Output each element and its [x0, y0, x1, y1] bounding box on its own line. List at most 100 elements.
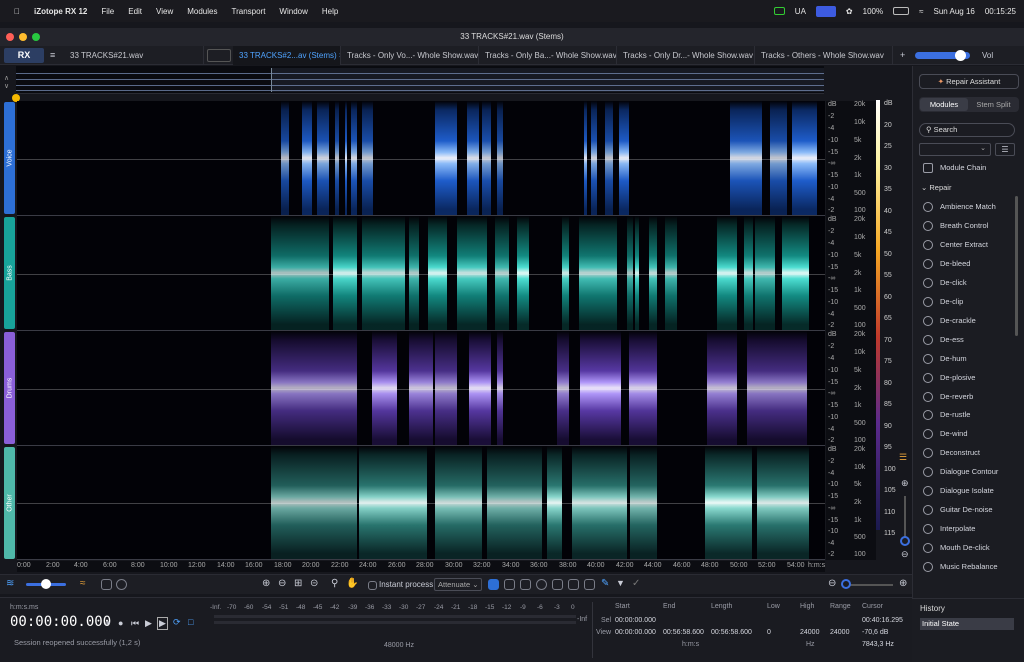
repair-section-header[interactable]: ⌄ Repair	[921, 183, 951, 192]
zoom-in-icon[interactable]: ⊕	[901, 478, 909, 489]
view-high[interactable]: 24000	[800, 629, 819, 636]
minimize-window-button[interactable]	[19, 33, 27, 41]
apple-icon[interactable]: 	[14, 7, 20, 16]
view-end[interactable]: 00:56:58.600	[663, 629, 704, 636]
module-item[interactable]: Dialogue Isolate	[921, 482, 1017, 500]
waveform-overview[interactable]	[16, 66, 824, 94]
instant-process-checkbox[interactable]	[368, 581, 377, 590]
module-item[interactable]: Deconstruct	[921, 444, 1017, 462]
bluetooth-icon[interactable]: ✿	[846, 7, 853, 16]
module-item[interactable]: Guitar De-noise	[921, 501, 1017, 519]
view-low[interactable]: 0	[767, 629, 771, 636]
tab-others[interactable]: Tracks - Others - Whole Show.wav	[755, 46, 893, 65]
time-format[interactable]: h:m:s.ms	[10, 604, 38, 611]
tool-options-icon[interactable]: ▼	[616, 578, 625, 588]
brush-tool[interactable]	[552, 579, 563, 590]
module-item[interactable]: De-rustle	[921, 406, 1017, 424]
play-selection-button[interactable]: ▶	[157, 617, 168, 630]
lane-voice[interactable]: Voice	[4, 102, 15, 214]
loop-icon[interactable]	[116, 579, 127, 590]
menu-transport[interactable]: Transport	[231, 7, 265, 16]
time-freq-select-tool[interactable]	[520, 579, 531, 590]
zoom-in-time-icon[interactable]: ⊕	[262, 578, 270, 589]
module-item[interactable]: Music Rebalance	[921, 558, 1017, 576]
module-item[interactable]: De-clip	[921, 293, 1017, 311]
module-search-input[interactable]: ⚲ Search	[919, 123, 1015, 137]
list-view-icon[interactable]: ☰	[995, 143, 1015, 156]
zoom-window-button[interactable]	[32, 33, 40, 41]
hand-tool-icon[interactable]: ✋	[346, 578, 358, 589]
module-item[interactable]: De-crackle	[921, 312, 1017, 330]
stem-tool-icon[interactable]: ✓	[632, 578, 640, 589]
tab-only-vocals[interactable]: Tracks - Only Vo...- Whole Show.wav	[341, 46, 479, 65]
lane-drums[interactable]: Drums	[4, 332, 15, 444]
time-select-tool[interactable]	[488, 579, 499, 590]
date[interactable]: Sun Aug 16	[933, 7, 974, 16]
wifi-icon[interactable]: ≈	[919, 7, 923, 16]
tab-33-tracks[interactable]: 33 TRACKS#21.wav	[64, 46, 204, 65]
zoom-selection-icon[interactable]: ⊞	[294, 578, 302, 589]
lasso-tool[interactable]	[536, 579, 547, 590]
module-item[interactable]: De-click	[921, 274, 1017, 292]
menu-window[interactable]: Window	[279, 7, 307, 16]
time-zoom-knob[interactable]	[841, 579, 851, 589]
spectrogram-other[interactable]	[17, 446, 825, 560]
tab-stems[interactable]: 33 TRACKS#2...av (Stems) ×	[233, 46, 341, 65]
expand-overview-icon[interactable]: ∨	[4, 82, 9, 90]
menu-file[interactable]: File	[101, 7, 114, 16]
module-item[interactable]: Ambience Match	[921, 198, 1017, 216]
spectrogram-voice[interactable]	[17, 101, 825, 216]
stem-split-tab[interactable]: Stem Split	[969, 98, 1018, 111]
module-item[interactable]: Interpolate	[921, 520, 1017, 538]
menu-edit[interactable]: Edit	[128, 7, 142, 16]
zoom-fit-icon[interactable]: ⊝	[310, 578, 318, 589]
close-window-button[interactable]	[6, 33, 14, 41]
sel-start[interactable]: 00:00:00.000	[615, 617, 656, 624]
app-name[interactable]: iZotope RX 12	[34, 7, 87, 16]
grid-icon[interactable]	[101, 579, 112, 590]
record-button[interactable]: ●	[118, 618, 123, 628]
menu-view[interactable]: View	[156, 7, 173, 16]
module-list-scrollbar[interactable]	[1015, 196, 1018, 336]
modules-tab[interactable]: Modules	[920, 98, 968, 111]
view-range[interactable]: 24000	[830, 629, 849, 636]
battery-icon[interactable]	[893, 7, 910, 15]
add-tab-button[interactable]: +	[900, 50, 905, 60]
loop-button[interactable]: ⟳	[173, 617, 181, 628]
view-start[interactable]: 00:00:00.000	[615, 629, 656, 636]
tab-only-drums[interactable]: Tracks - Only Dr...- Whole Show.wav	[617, 46, 755, 65]
module-item[interactable]: De-hum	[921, 350, 1017, 368]
prev-button[interactable]: ⏮	[131, 618, 139, 629]
tab-menu-button[interactable]	[207, 49, 231, 62]
spectrogram-drums[interactable]	[17, 331, 825, 446]
colormap-icon[interactable]: ☰	[899, 452, 907, 463]
tab-only-bass[interactable]: Tracks - Only Ba...- Whole Show.wav	[479, 46, 617, 65]
spectrogram-bass[interactable]	[17, 216, 825, 331]
module-filter-dropdown[interactable]: ⌄	[919, 143, 991, 156]
time-zoom-in-icon[interactable]: ⊕	[899, 578, 907, 589]
module-item[interactable]: Dialogue Contour	[921, 463, 1017, 481]
clock[interactable]: 00:15:25	[985, 7, 1016, 16]
pencil-icon[interactable]: ✎	[601, 578, 609, 589]
zoom-out-icon[interactable]: ⊖	[901, 549, 909, 560]
history-item-initial-state[interactable]: Initial State	[920, 618, 1014, 630]
monitor-button[interactable]: □	[188, 617, 193, 627]
module-item[interactable]: Breath Control	[921, 217, 1017, 235]
module-item[interactable]: Center Extract	[921, 236, 1017, 254]
harmonic-tool[interactable]	[584, 579, 595, 590]
module-item[interactable]: De-plosive	[921, 369, 1017, 387]
module-chain[interactable]: Module Chain	[921, 159, 1017, 177]
waveform-icon[interactable]: ≋	[6, 578, 14, 589]
vertical-zoom-knob[interactable]	[900, 536, 910, 546]
time-zoom-out-icon[interactable]: ⊖	[828, 578, 836, 589]
magnify-tool-icon[interactable]: ⚲	[331, 578, 338, 589]
view-length[interactable]: 00:56:58.600	[711, 629, 752, 636]
attenuate-dropdown[interactable]: Attenuate ⌄	[434, 578, 482, 591]
module-item[interactable]: De-bleed	[921, 255, 1017, 273]
module-item[interactable]: Mouth De-click	[921, 539, 1017, 557]
headphones-icon[interactable]: ⚭	[104, 618, 112, 629]
module-item[interactable]: De-wind	[921, 425, 1017, 443]
volume-knob[interactable]	[955, 50, 966, 61]
zoom-out-time-icon[interactable]: ⊖	[278, 578, 286, 589]
menu-modules[interactable]: Modules	[187, 7, 217, 16]
